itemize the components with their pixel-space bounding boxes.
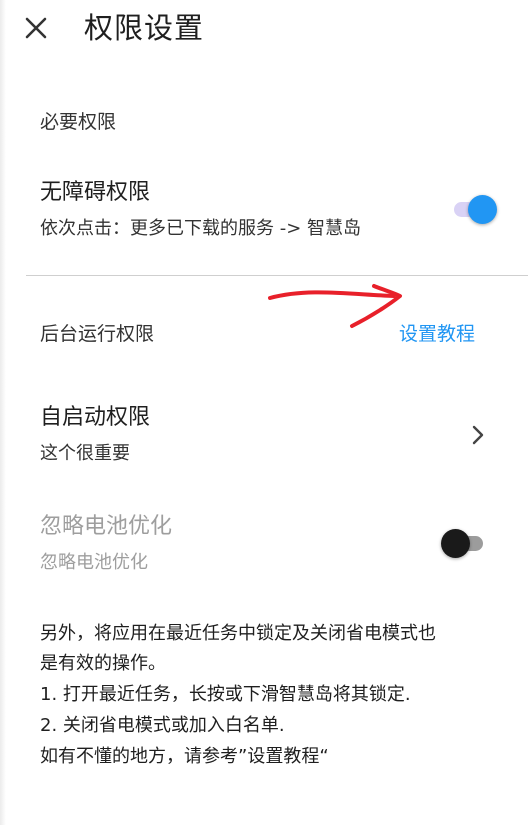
red-arrow-annotation-icon (268, 284, 402, 328)
page-title: 权限设置 (84, 11, 205, 45)
battery-optimization-toggle[interactable] (441, 528, 487, 558)
section-divider (26, 275, 528, 276)
note-line-4: 2. 关闭省电模式或加入白名单. (40, 715, 285, 736)
note-line-5: 如有不懂的地方，请参考”设置教程“ (40, 746, 329, 767)
accessibility-permission-subtitle: 依次点击：更多已下载的服务 -> 智慧岛 (40, 218, 362, 239)
tutorial-link[interactable]: 设置教程 (399, 321, 475, 347)
note-line-1: 另外，将应用在最近任务中锁定及关闭省电模式也 (40, 623, 436, 644)
accessibility-toggle[interactable] (452, 194, 498, 224)
top-app-bar: 权限设置 (0, 0, 528, 60)
toggle-thumb (468, 195, 497, 224)
close-button[interactable] (18, 10, 54, 46)
autostart-permission-title: 自启动权限 (40, 405, 151, 430)
toggle-thumb (441, 529, 470, 558)
note-line-3: 1. 打开最近任务，长按或下滑智慧岛将其锁定. (40, 684, 411, 705)
left-edge-shadow (0, 0, 6, 825)
battery-optimization-title: 忽略电池优化 (40, 514, 173, 539)
accessibility-permission-title: 无障碍权限 (40, 180, 151, 205)
section-header-required: 必要权限 (40, 111, 117, 133)
close-icon (25, 17, 47, 39)
battery-optimization-subtitle: 忽略电池优化 (40, 552, 148, 573)
note-line-2: 是有效的操作。 (40, 653, 166, 674)
autostart-permission-subtitle: 这个很重要 (40, 443, 130, 464)
chevron-right-icon (472, 425, 484, 445)
section-header-background: 后台运行权限 (40, 323, 155, 345)
